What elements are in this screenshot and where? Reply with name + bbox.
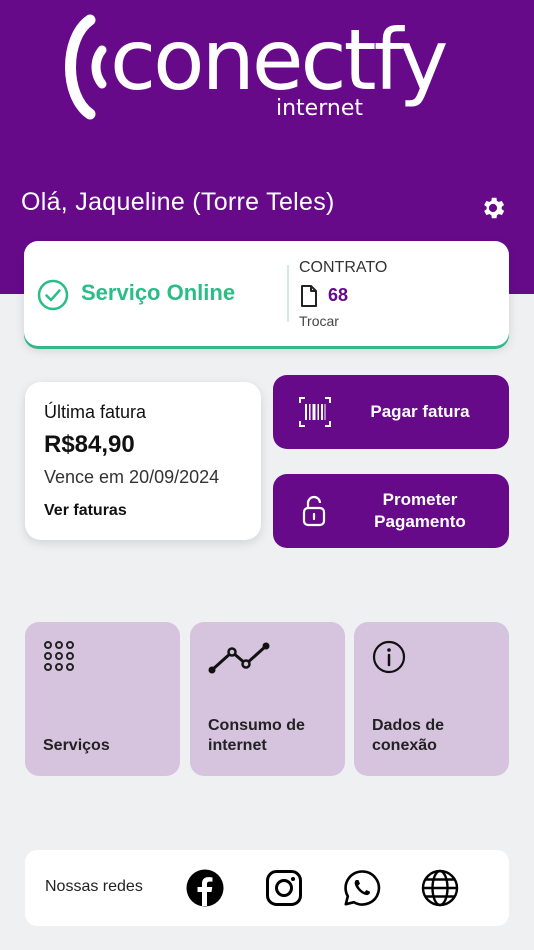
whatsapp-icon[interactable] [343, 869, 381, 907]
view-invoices-link[interactable]: Ver faturas [44, 502, 127, 520]
signal-arc-icon [65, 14, 107, 120]
facebook-icon[interactable] [186, 869, 224, 907]
tile-internet-usage-label: Consumo de internet [208, 717, 305, 754]
logo-subtitle: internet [276, 96, 363, 121]
globe-icon[interactable] [421, 869, 459, 907]
brand-logo: conectfy internet [50, 10, 490, 130]
gear-icon[interactable] [479, 194, 507, 222]
invoice-amount: R$84,90 [44, 431, 135, 458]
grid-icon [44, 641, 74, 671]
contract-label: CONTRATO [299, 259, 388, 276]
unlock-icon [302, 495, 326, 527]
pay-invoice-label: Pagar fatura [370, 402, 470, 421]
tile-services-label: Serviços [43, 737, 110, 754]
instagram-icon[interactable] [265, 869, 303, 907]
pay-invoice-button[interactable]: Pagar fatura [273, 375, 509, 449]
barcode-icon [299, 397, 331, 427]
document-icon [301, 285, 317, 307]
chart-line-icon [208, 642, 270, 674]
tile-connection-data-label: Dados de conexão [372, 717, 445, 754]
tile-services[interactable]: Serviços [25, 622, 180, 776]
social-networks-bar: Nossas redes [25, 850, 509, 926]
promise-payment-label: Prometer Pagamento [374, 490, 466, 531]
contract-number: 68 [328, 285, 349, 305]
last-invoice-card: Última fatura R$84,90 Vence em 20/09/202… [25, 382, 261, 540]
social-label: Nossas redes [45, 878, 143, 895]
info-icon [372, 640, 406, 674]
check-circle-icon [37, 279, 69, 311]
tile-internet-usage[interactable]: Consumo de internet [190, 622, 345, 776]
logo-wordmark: conectfy [110, 11, 448, 109]
invoice-title: Última fatura [44, 402, 147, 422]
promise-payment-button[interactable]: Prometer Pagamento [273, 474, 509, 548]
service-status-card: Serviço Online CONTRATO 68 Trocar [24, 241, 509, 346]
invoice-due-date: Vence em 20/09/2024 [44, 467, 220, 487]
tile-connection-data[interactable]: Dados de conexão [354, 622, 509, 776]
greeting-text: Olá, Jaqueline (Torre Teles) [21, 188, 335, 216]
divider [287, 265, 289, 322]
switch-contract-link[interactable]: Trocar [299, 313, 339, 329]
service-status-text: Serviço Online [81, 280, 236, 305]
